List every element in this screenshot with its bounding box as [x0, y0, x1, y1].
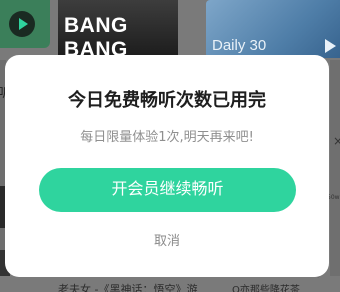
album-tile-bang-bang[interactable]: BANG BANG [58, 0, 178, 61]
right-edge-content [330, 60, 340, 292]
dialog-subtitle: 每日限量体验1次,明天再来吧! [80, 130, 254, 145]
album-title: Daily 30 [212, 37, 267, 54]
play-icon[interactable] [9, 11, 35, 37]
song-tag: Q亦那些降花茶 [232, 285, 300, 292]
song-title: 老夫女 -《黑神话：悟空》游 [58, 283, 198, 292]
playlist-tile[interactable] [0, 0, 50, 48]
dialog-title: 今日免费畅听次数已用完 [68, 90, 266, 111]
close-icon[interactable]: × [333, 134, 340, 148]
album-tile-daily-30[interactable]: Daily 30 [206, 0, 340, 58]
join-membership-button[interactable]: 开会员继续畅听 [39, 168, 296, 212]
cancel-button[interactable]: 取消 [5, 230, 329, 249]
quota-dialog: 今日免费畅听次数已用完 每日限量体验1次,明天再来吧! 开会员继续畅听 取消 [5, 55, 329, 277]
play-icon[interactable] [325, 39, 336, 53]
